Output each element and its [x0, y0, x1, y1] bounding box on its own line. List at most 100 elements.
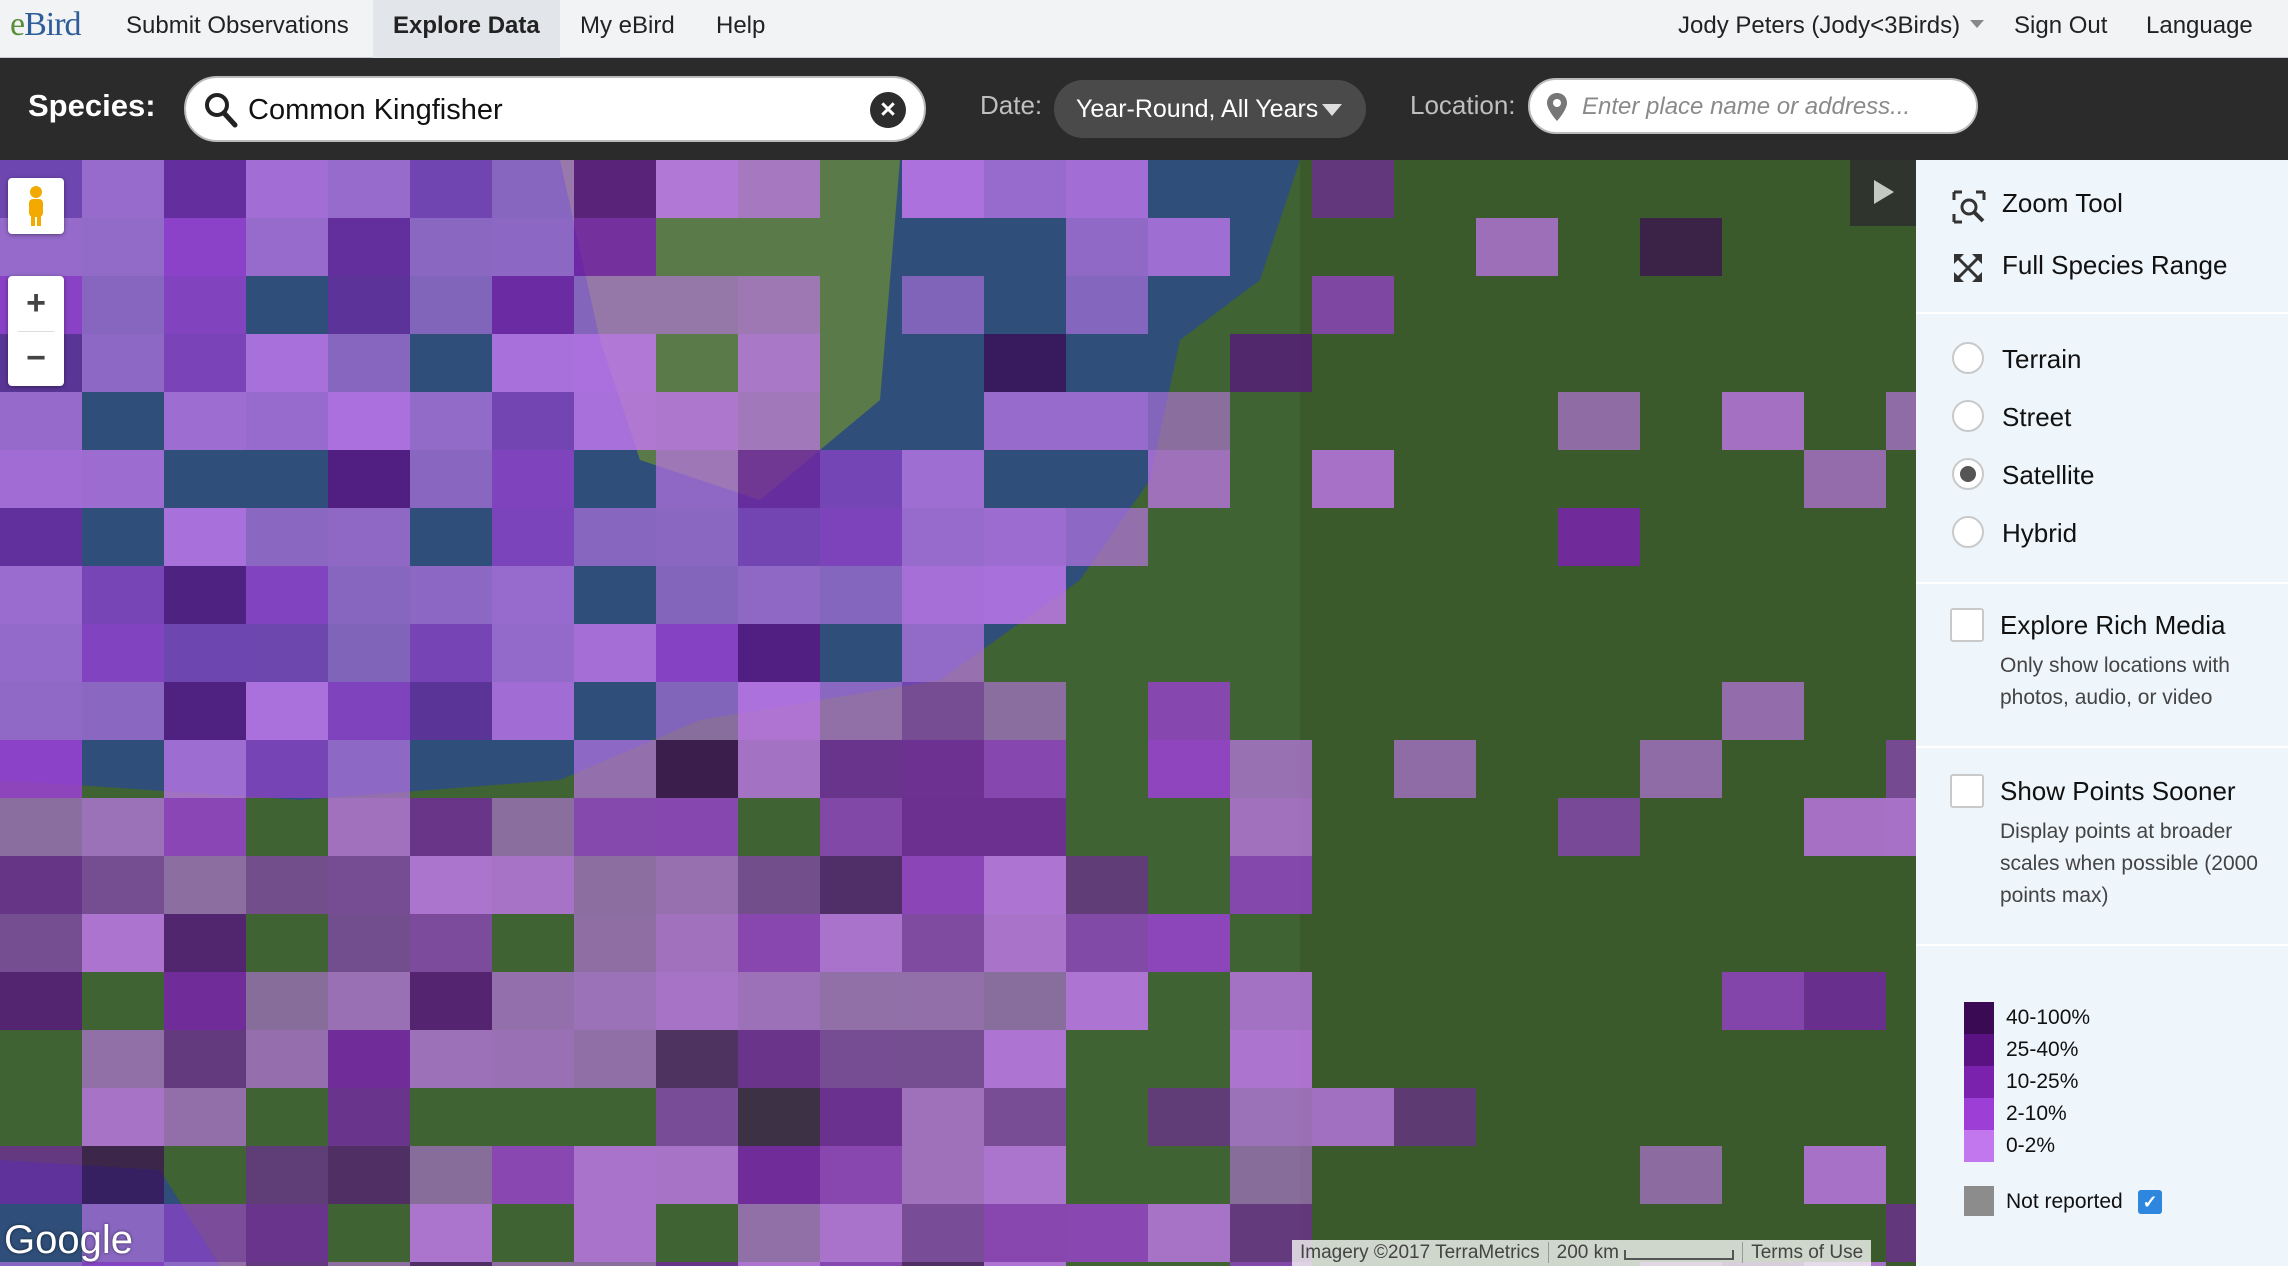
frequency-cell[interactable] [984, 1146, 1066, 1204]
frequency-cell[interactable] [820, 1088, 902, 1146]
zoom-out-button[interactable]: − [8, 331, 64, 386]
frequency-cell[interactable] [164, 1088, 246, 1146]
terms-of-use-link[interactable]: Terms of Use [1743, 1242, 1871, 1263]
frequency-cell[interactable] [1722, 392, 1804, 450]
frequency-cell[interactable] [1066, 972, 1148, 1030]
zoom-in-button[interactable]: + [8, 276, 64, 331]
frequency-cell[interactable] [410, 566, 492, 624]
frequency-cell[interactable] [164, 624, 246, 682]
frequency-cell[interactable] [820, 740, 902, 798]
frequency-cell[interactable] [1312, 160, 1394, 218]
frequency-cell[interactable] [246, 1030, 328, 1088]
frequency-cell[interactable] [164, 856, 246, 914]
frequency-cell[interactable] [1066, 1204, 1148, 1262]
frequency-cell[interactable] [902, 160, 984, 218]
frequency-cell[interactable] [0, 624, 82, 682]
frequency-cell[interactable] [1230, 334, 1312, 392]
frequency-cell[interactable] [1230, 1088, 1312, 1146]
frequency-cell[interactable] [656, 450, 738, 508]
frequency-cell[interactable] [574, 218, 656, 276]
frequency-cell[interactable] [656, 624, 738, 682]
frequency-cell[interactable] [492, 972, 574, 1030]
frequency-cell[interactable] [246, 1262, 328, 1266]
frequency-cell[interactable] [410, 856, 492, 914]
frequency-cell[interactable] [82, 1146, 164, 1204]
frequency-cell[interactable] [738, 1146, 820, 1204]
frequency-cell[interactable] [164, 740, 246, 798]
frequency-cell[interactable] [656, 276, 738, 334]
frequency-cell[interactable] [1230, 798, 1312, 856]
frequency-cell[interactable] [328, 740, 410, 798]
frequency-cell[interactable] [574, 1262, 656, 1266]
frequency-cell[interactable] [902, 508, 984, 566]
frequency-cell[interactable] [1148, 1088, 1230, 1146]
frequency-cell[interactable] [492, 798, 574, 856]
frequency-cell[interactable] [328, 1030, 410, 1088]
frequency-cell[interactable] [1640, 1146, 1722, 1204]
frequency-cell[interactable] [738, 1030, 820, 1088]
frequency-cell[interactable] [656, 1262, 738, 1266]
frequency-cell[interactable] [902, 1146, 984, 1204]
frequency-cell[interactable] [820, 508, 902, 566]
frequency-cell[interactable] [820, 1262, 902, 1266]
frequency-cell[interactable] [1640, 740, 1722, 798]
frequency-cell[interactable] [82, 682, 164, 740]
frequency-cell[interactable] [246, 508, 328, 566]
frequency-cell[interactable] [328, 624, 410, 682]
frequency-cell[interactable] [1230, 972, 1312, 1030]
collapse-panel-button[interactable] [1850, 160, 1916, 226]
ebird-logo[interactable]: eBird [10, 6, 82, 44]
frequency-cell[interactable] [1558, 392, 1640, 450]
frequency-cell[interactable] [410, 450, 492, 508]
frequency-cell[interactable] [164, 566, 246, 624]
frequency-cell[interactable] [902, 1262, 984, 1266]
user-menu[interactable]: Jody Peters (Jody<3Birds) [1658, 0, 2004, 58]
frequency-cell[interactable] [246, 856, 328, 914]
location-field[interactable] [1528, 78, 1978, 134]
frequency-cell[interactable] [82, 1030, 164, 1088]
frequency-cell[interactable] [410, 1030, 492, 1088]
frequency-cell[interactable] [1230, 1146, 1312, 1204]
location-input[interactable] [1582, 90, 1962, 124]
frequency-cell[interactable] [738, 972, 820, 1030]
frequency-cell[interactable] [492, 1262, 574, 1266]
frequency-cell[interactable] [738, 1262, 820, 1266]
frequency-cell[interactable] [492, 392, 574, 450]
frequency-cell[interactable] [492, 566, 574, 624]
frequency-cell[interactable] [1476, 218, 1558, 276]
frequency-cell[interactable] [574, 856, 656, 914]
nav-submit-observations[interactable]: Submit Observations [106, 0, 369, 58]
frequency-cell[interactable] [492, 508, 574, 566]
nav-explore-data[interactable]: Explore Data [373, 0, 560, 58]
frequency-cell[interactable] [328, 1088, 410, 1146]
frequency-cell[interactable] [410, 1204, 492, 1262]
frequency-cell[interactable] [820, 566, 902, 624]
frequency-cell[interactable] [0, 682, 82, 740]
frequency-cell[interactable] [902, 856, 984, 914]
frequency-cell[interactable] [820, 1204, 902, 1262]
frequency-cell[interactable] [246, 566, 328, 624]
frequency-cell[interactable] [574, 972, 656, 1030]
frequency-cell[interactable] [820, 798, 902, 856]
frequency-cell[interactable] [328, 508, 410, 566]
frequency-cell[interactable] [984, 1204, 1066, 1262]
frequency-cell[interactable] [1886, 1204, 1916, 1262]
frequency-cell[interactable] [574, 798, 656, 856]
frequency-cell[interactable] [492, 1030, 574, 1088]
frequency-cell[interactable] [328, 160, 410, 218]
frequency-cell[interactable] [492, 218, 574, 276]
frequency-cell[interactable] [574, 276, 656, 334]
frequency-cell[interactable] [820, 1030, 902, 1088]
frequency-cell[interactable] [0, 508, 82, 566]
frequency-cell[interactable] [984, 566, 1066, 624]
frequency-cell[interactable] [1230, 856, 1312, 914]
frequency-cell[interactable] [738, 566, 820, 624]
frequency-cell[interactable] [656, 392, 738, 450]
frequency-cell[interactable] [410, 218, 492, 276]
frequency-cell[interactable] [410, 160, 492, 218]
show-points-sooner-checkbox[interactable] [1950, 774, 1984, 808]
frequency-cell[interactable] [902, 1204, 984, 1262]
frequency-cell[interactable] [492, 1146, 574, 1204]
frequency-cell[interactable] [1394, 1088, 1476, 1146]
frequency-cell[interactable] [738, 276, 820, 334]
